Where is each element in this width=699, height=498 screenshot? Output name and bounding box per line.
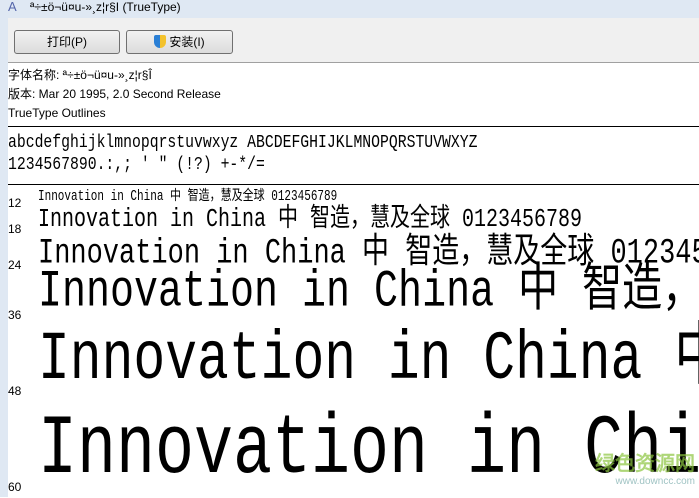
install-label: 安装(I) (169, 35, 205, 49)
install-button[interactable]: 安装(I) (126, 30, 233, 54)
watermark-url: www.downcc.com (615, 476, 695, 487)
sample-text: Innovation in China 中 智造，慧及全球 0123456789 (38, 264, 699, 323)
uac-shield-icon (154, 35, 167, 48)
font-viewer-window: 打印(P) 安装(I) 字体名称: ª÷±ö¬ü¤u-»¸z¦r§Î 版本: M… (0, 18, 699, 497)
font-app-icon: A (8, 0, 17, 14)
sample-text: Innovation in China 中 智造，慧及全球 0123456789 (38, 189, 338, 205)
font-version: 版本: Mar 20 1995, 2.0 Second Release (8, 87, 221, 101)
watermark-brand: 绿色资源网 (595, 453, 695, 475)
watermark: 绿色资源网 www.downcc.com (595, 453, 695, 491)
sample-size: 18 (8, 222, 22, 236)
divider (8, 126, 699, 127)
window-title: ª÷±ö¬ü¤u-»¸z¦r§I (TrueType) (30, 0, 181, 14)
sample-size: 60 (8, 480, 22, 494)
toolbar: 打印(P) 安装(I) (8, 18, 699, 63)
sample-size: 36 (8, 308, 22, 322)
sample-size: 48 (8, 384, 22, 398)
font-info: 字体名称: ª÷±ö¬ü¤u-»¸z¦r§Î 版本: Mar 20 1995, … (8, 66, 221, 123)
charset-letters: abcdefghijklmnopqrstuvwxyz ABCDEFGHIJKLM… (8, 133, 478, 153)
sample-size: 12 (8, 196, 22, 210)
sample-text: Innovation in China 中 智造，慧及全球 0123456789 (38, 320, 699, 399)
font-name: 字体名称: ª÷±ö¬ü¤u-»¸z¦r§Î (8, 68, 152, 82)
font-type: TrueType Outlines (8, 106, 106, 120)
divider (8, 184, 699, 185)
sample-size: 24 (8, 258, 22, 272)
title-bar: A ª÷±ö¬ü¤u-»¸z¦r§I (TrueType) (0, 0, 699, 18)
charset-preview: abcdefghijklmnopqrstuvwxyz ABCDEFGHIJKLM… (8, 132, 477, 176)
charset-symbols: 1234567890.:,; ' " (!?) +-*/= (8, 155, 265, 175)
sample-text: Innovation in China 中 智造，慧及全球 0123456789 (38, 205, 583, 236)
print-label: 打印(P) (47, 35, 87, 49)
print-button[interactable]: 打印(P) (14, 30, 120, 54)
